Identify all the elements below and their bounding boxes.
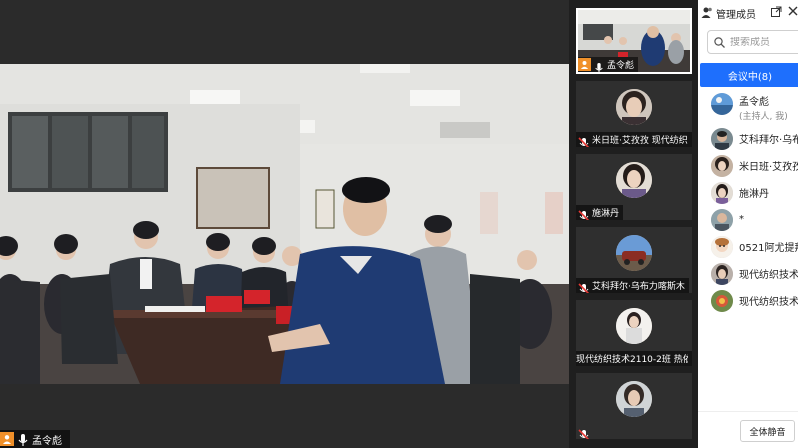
members-icon <box>701 6 713 21</box>
meeting-window: 孟令彪 孟令彪 米日班·艾孜孜 现代纺织 施淋丹 艾科拜尔·乌布力喀斯木 现代纺… <box>0 0 798 448</box>
member-search-input[interactable] <box>730 36 798 48</box>
tile-name: 艾科拜尔·乌布力喀斯木 <box>592 282 685 292</box>
search-icon <box>714 33 725 52</box>
member-name: 孟令彪 <box>739 97 769 108</box>
tile-label: 现代纺织技术2110-2班 热依汗... <box>576 351 692 366</box>
mute-all-button[interactable]: 全体静音 <box>740 420 795 442</box>
popout-icon[interactable] <box>771 6 782 20</box>
avatar <box>711 208 733 231</box>
user-icon <box>0 432 14 446</box>
member-role: (主持人, 我) <box>739 112 788 122</box>
avatar <box>711 154 733 177</box>
participant-tile[interactable]: 施淋丹 <box>576 154 692 220</box>
avatar <box>711 181 733 204</box>
participant-tile[interactable]: 米日班·艾孜孜 现代纺织21... <box>576 81 692 147</box>
member-name: 艾科拜尔·乌布力 <box>739 135 798 146</box>
list-item[interactable]: 现代纺织技术2 <box>698 287 798 314</box>
close-icon[interactable] <box>788 6 798 20</box>
muted-microphone-icon <box>578 207 590 220</box>
main-video-stage: 孟令彪 <box>0 0 569 448</box>
muted-microphone-icon <box>578 134 590 147</box>
member-list: 孟令彪 (主持人, 我) 艾科拜尔·乌布力 米日班·艾孜孜 <box>698 91 798 314</box>
member-name: 米日班·艾孜孜 <box>739 162 798 173</box>
participant-video-list: 孟令彪 米日班·艾孜孜 现代纺织21... <box>569 0 698 448</box>
tile-name: 米日班·艾孜孜 现代纺织21... <box>592 136 688 146</box>
tile-label: 孟令彪 <box>578 57 639 72</box>
user-icon <box>578 58 591 71</box>
main-speaker-caption: 孟令彪 <box>0 430 70 448</box>
tile-name: 现代纺织技术2110-2班 热依汗... <box>576 355 688 365</box>
panel-header: 管理成员 <box>698 0 798 26</box>
participant-video <box>616 162 652 198</box>
list-item[interactable]: 孟令彪 (主持人, 我) <box>698 91 798 125</box>
avatar <box>711 262 733 285</box>
participant-tile[interactable]: 孟令彪 <box>576 8 692 74</box>
tile-label <box>576 424 596 439</box>
panel-title: 管理成员 <box>716 9 756 21</box>
member-info: 孟令彪 (主持人, 我) <box>739 93 788 122</box>
list-item[interactable]: 施淋丹 <box>698 179 798 206</box>
participant-tile[interactable]: 艾科拜尔·乌布力喀斯木 <box>576 227 692 293</box>
avatar <box>711 289 733 312</box>
member-name: 现代纺织技术2 <box>739 297 798 308</box>
list-item[interactable]: * <box>698 206 798 233</box>
member-management-panel: 管理成员 会议中(8) 孟令彪 <box>698 0 798 448</box>
member-name: * <box>739 214 744 225</box>
conference-room-scene <box>0 64 569 384</box>
tile-label: 施淋丹 <box>576 205 624 220</box>
member-search-box[interactable] <box>707 30 798 54</box>
member-name: 0521阿尤提拜 <box>739 243 798 254</box>
avatar <box>711 127 733 150</box>
avatar <box>711 93 733 115</box>
list-item[interactable]: 0521阿尤提拜 <box>698 233 798 260</box>
tile-label: 艾科拜尔·乌布力喀斯木 <box>576 278 689 293</box>
participant-video <box>616 381 652 417</box>
participant-video <box>616 235 652 271</box>
participant-video <box>616 89 652 125</box>
list-item[interactable]: 艾科拜尔·乌布力 <box>698 125 798 152</box>
tab-in-meeting[interactable]: 会议中(8) <box>700 63 798 87</box>
list-item[interactable]: 现代纺织技术2 <box>698 260 798 287</box>
list-item[interactable]: 米日班·艾孜孜 <box>698 152 798 179</box>
participant-tile[interactable]: 现代纺织技术2110-2班 热依汗... <box>576 300 692 366</box>
microphone-icon <box>594 59 604 72</box>
tile-label: 米日班·艾孜孜 现代纺织21... <box>576 132 692 147</box>
member-name: 施淋丹 <box>739 189 769 200</box>
member-name: 现代纺织技术2 <box>739 270 798 281</box>
participant-tile[interactable] <box>576 373 692 439</box>
panel-footer: 全体静音 <box>698 411 798 448</box>
avatar <box>711 235 733 258</box>
tile-name: 施淋丹 <box>592 209 620 219</box>
microphone-icon <box>17 432 29 446</box>
muted-microphone-icon <box>578 280 590 293</box>
main-video-feed[interactable] <box>0 64 569 384</box>
muted-microphone-icon <box>578 426 590 439</box>
participant-video <box>616 308 652 344</box>
tile-name: 孟令彪 <box>607 61 635 71</box>
panel-header-actions <box>771 6 798 20</box>
main-speaker-name: 孟令彪 <box>32 435 62 447</box>
